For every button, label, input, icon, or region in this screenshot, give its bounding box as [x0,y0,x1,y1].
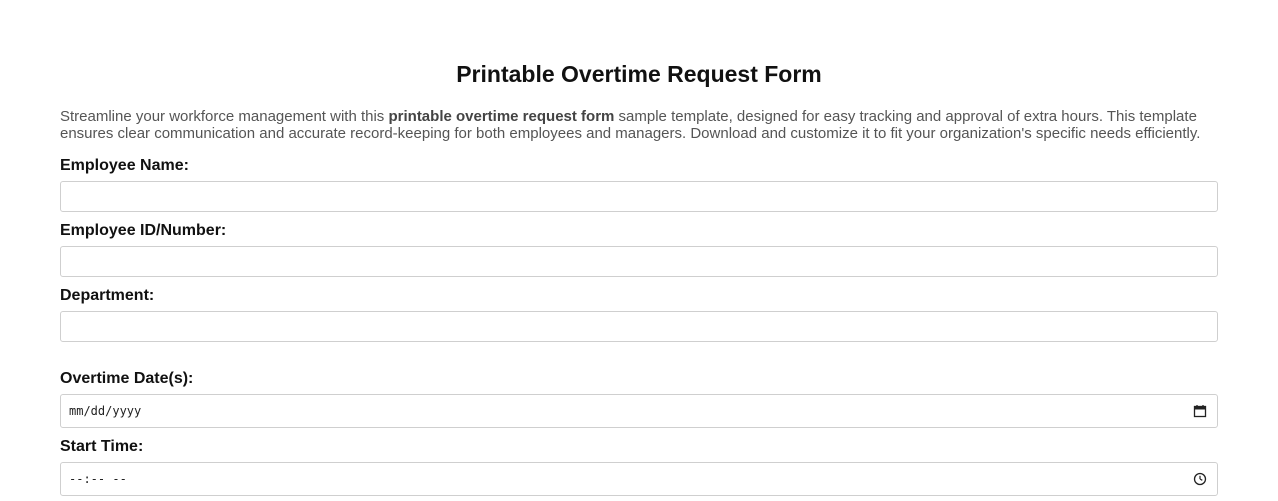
start-time-label: Start Time: [60,438,144,455]
employee-name-input[interactable] [60,181,1218,212]
intro-line-1: Streamline your workforce management wit… [60,108,1230,125]
overtime-date-placeholder: mm/dd/yyyy [69,404,142,418]
start-time-input[interactable]: --:-- -- [60,462,1218,496]
intro-text: sample template, designed for easy track… [614,108,1197,125]
intro-paragraph: Streamline your workforce management wit… [60,108,1230,142]
page-title: Printable Overtime Request Form [456,61,822,87]
employee-id-input[interactable] [60,246,1218,277]
calendar-icon[interactable] [1193,404,1207,418]
intro-line-2: ensures clear communication and accurate… [60,125,1201,142]
department-input[interactable] [60,311,1218,342]
start-time-placeholder: --:-- -- [69,472,127,486]
intro-highlight: printable overtime request form [388,108,615,125]
employee-name-label: Employee Name: [60,157,189,174]
department-label: Department: [60,287,155,304]
employee-id-label: Employee ID/Number: [60,222,227,239]
overtime-date-label: Overtime Date(s): [60,370,194,387]
overtime-date-input[interactable]: mm/dd/yyyy [60,394,1218,428]
intro-text: Streamline your workforce management wit… [60,108,389,125]
clock-icon[interactable] [1193,472,1207,486]
form-page: Printable Overtime Request Form Streamli… [0,0,1278,501]
